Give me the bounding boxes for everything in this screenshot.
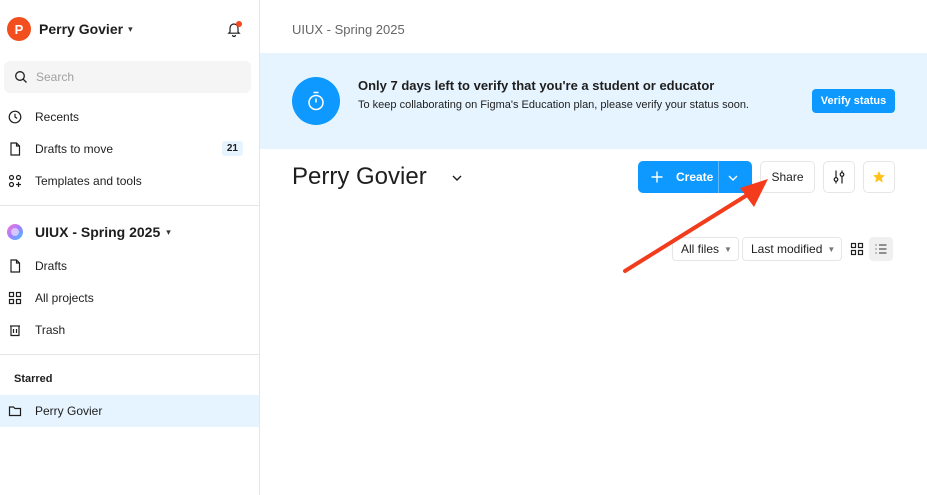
sidebar-item-templates[interactable]: Templates and tools [0, 165, 259, 197]
notification-dot [236, 21, 242, 27]
sidebar-item-trash[interactable]: Trash [0, 314, 259, 346]
search-box[interactable] [4, 61, 251, 93]
chevron-down-icon: ▾ [128, 23, 133, 34]
banner-title: Only 7 days left to verify that you're a… [358, 78, 715, 93]
chevron-down-icon: ▾ [166, 226, 171, 237]
sidebar-item-label: Perry Govier [35, 404, 103, 418]
search-input[interactable] [36, 70, 236, 84]
trash-icon [8, 323, 22, 337]
favorite-button[interactable] [863, 161, 895, 193]
chevron-down-icon: ▼ [827, 244, 836, 254]
team-name: UIUX - Spring 2025 [35, 224, 161, 240]
starred-heading: Starred [14, 373, 53, 385]
sidebar-item-recents[interactable]: Recents [0, 101, 259, 133]
avatar: P [7, 17, 31, 41]
star-icon [873, 171, 885, 183]
sidebar-item-drafts[interactable]: Drafts [0, 250, 259, 282]
sidebar-item-label: Trash [35, 323, 66, 337]
templates-icon [8, 174, 22, 188]
annotation-arrow [623, 179, 768, 273]
settings-button[interactable] [823, 161, 855, 193]
sidebar-item-label: Templates and tools [35, 174, 142, 188]
sidebar-item-label: Drafts [35, 259, 68, 273]
sidebar-item-starred-project[interactable]: Perry Govier [0, 395, 259, 427]
user-name: Perry Govier [39, 21, 124, 37]
list-icon [875, 244, 887, 254]
search-icon [15, 71, 27, 83]
account-switcher[interactable]: P Perry Govier ▾ [7, 17, 251, 41]
team-switcher[interactable]: UIUX - Spring 2025 ▾ [7, 221, 171, 243]
count-badge: 21 [221, 141, 243, 156]
sidebar-item-drafts-to-move[interactable]: Drafts to move 21 [0, 133, 259, 165]
folder-icon [8, 404, 22, 418]
banner-text: To keep collaborating on Figma's Educati… [358, 99, 749, 111]
file-icon [8, 142, 22, 156]
file-icon [8, 259, 22, 273]
breadcrumb[interactable]: UIUX - Spring 2025 [292, 22, 405, 37]
grid-icon [8, 291, 22, 305]
divider [0, 205, 259, 206]
verify-status-button[interactable]: Verify status [812, 89, 895, 113]
team-avatar [7, 224, 23, 240]
grid-view-button[interactable] [845, 237, 869, 261]
view-toggle [845, 237, 893, 261]
page-title: Perry Govier [292, 163, 427, 190]
sidebar-item-label: All projects [35, 291, 94, 305]
list-view-button[interactable] [869, 237, 893, 261]
verification-banner: Only 7 days left to verify that you're a… [260, 53, 927, 149]
sliders-icon [833, 170, 845, 184]
timer-icon [292, 77, 340, 125]
sidebar-item-all-projects[interactable]: All projects [0, 282, 259, 314]
chevron-down-icon[interactable] [451, 171, 463, 183]
clock-icon [8, 110, 22, 124]
sidebar-item-label: Recents [35, 110, 80, 124]
grid-icon [850, 242, 864, 256]
divider [0, 354, 259, 355]
sidebar-item-label: Drafts to move [35, 142, 114, 156]
sidebar: P Perry Govier ▾ Recents Drafts to move … [0, 0, 260, 495]
